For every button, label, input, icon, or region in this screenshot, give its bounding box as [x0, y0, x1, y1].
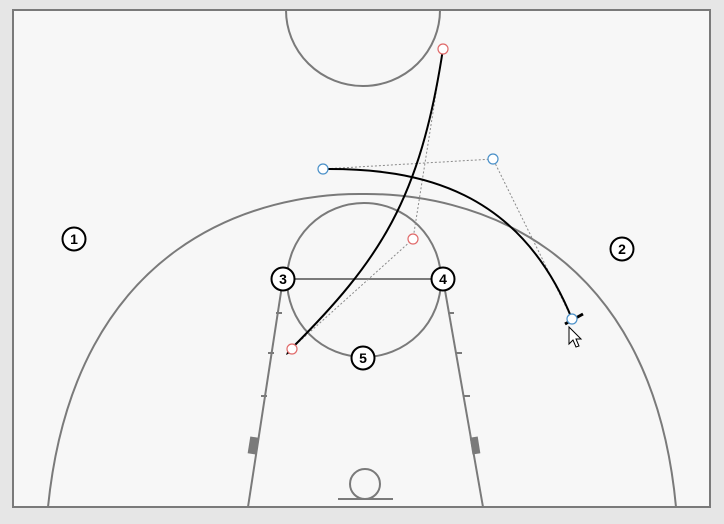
- player-3[interactable]: 3: [270, 266, 296, 292]
- player-2[interactable]: 2: [609, 236, 635, 262]
- player-4[interactable]: 4: [430, 266, 456, 292]
- player-label: 4: [439, 271, 447, 287]
- player-label: 3: [279, 271, 287, 287]
- basketball-court-diagram[interactable]: 1 2 3 4 5: [0, 0, 724, 524]
- player-5[interactable]: 5: [350, 345, 376, 371]
- player-label: 5: [359, 350, 367, 366]
- path-handle-start[interactable]: [317, 163, 329, 175]
- path-handle-end[interactable]: [286, 343, 298, 355]
- path-handle-start[interactable]: [437, 43, 449, 55]
- court-boundary: [12, 9, 711, 508]
- player-label: 1: [70, 231, 78, 247]
- path-handle-end[interactable]: [566, 313, 578, 325]
- path-control-handle[interactable]: [407, 233, 419, 245]
- player-label: 2: [618, 241, 626, 257]
- path-control-handle[interactable]: [487, 153, 499, 165]
- player-1[interactable]: 1: [61, 226, 87, 252]
